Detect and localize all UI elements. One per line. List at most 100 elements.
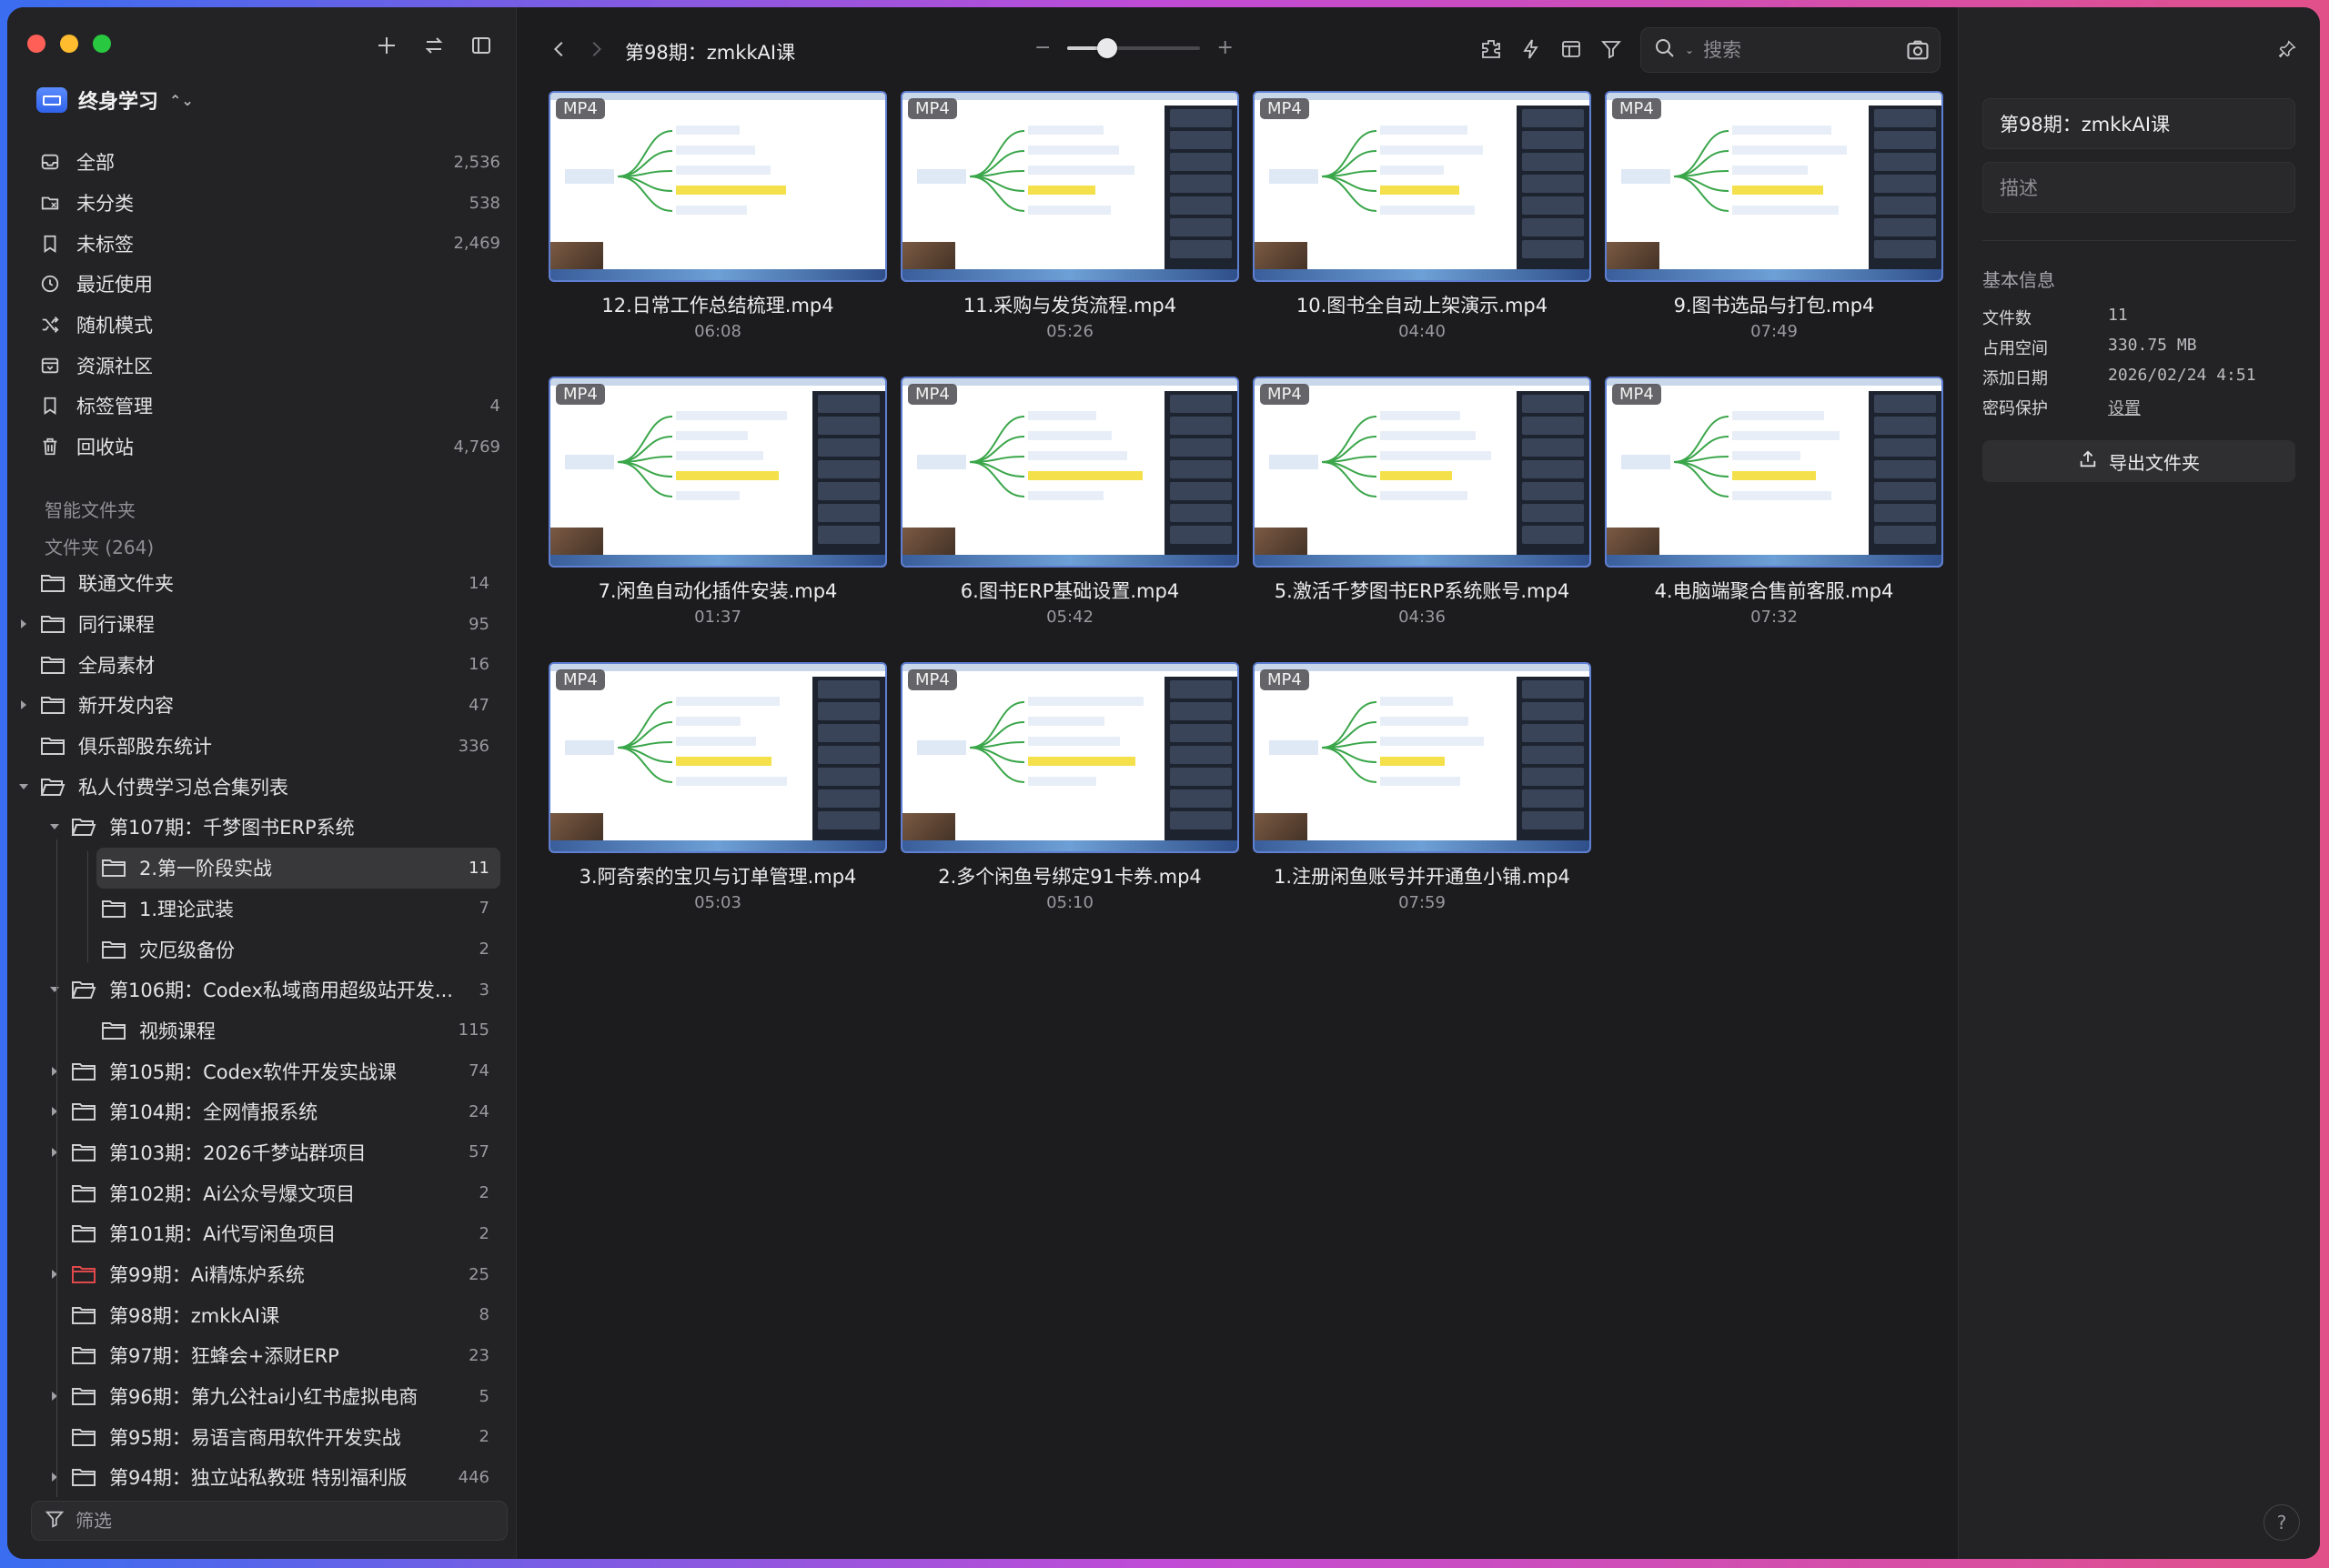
- filter-icon[interactable]: [1597, 35, 1626, 64]
- folder-row[interactable]: 同行课程 95: [16, 604, 500, 645]
- folder-row[interactable]: 第98期：zmkkAI课 8: [16, 1294, 500, 1335]
- folder-row[interactable]: 视频课程 115: [16, 1010, 500, 1051]
- layout-icon[interactable]: [1557, 35, 1586, 64]
- nav-item-all[interactable]: 全部 2,536: [27, 142, 500, 183]
- filter-input[interactable]: [76, 1510, 476, 1532]
- file-card[interactable]: MP4 7.闲鱼自动化插件安装.mp4 01:37: [549, 377, 887, 627]
- file-name: 3.阿奇索的宝贝与订单管理.mp4: [579, 866, 857, 888]
- thumbnail-size-slider[interactable]: [1067, 37, 1201, 58]
- video-thumbnail[interactable]: MP4: [549, 91, 887, 282]
- chevron-right-icon[interactable]: [16, 617, 31, 631]
- video-thumbnail[interactable]: MP4: [901, 91, 1239, 282]
- file-card[interactable]: MP4 4.电脑端聚合售前客服.mp4 07:32: [1605, 377, 1943, 627]
- folder-row[interactable]: 1.理论武装 7: [16, 889, 500, 930]
- folder-row[interactable]: 第103期：2026千梦站群项目 57: [16, 1132, 500, 1173]
- camera-search-icon[interactable]: [1905, 37, 1931, 66]
- help-button[interactable]: ?: [2263, 1504, 2300, 1541]
- back-button[interactable]: [545, 35, 574, 64]
- folder-row[interactable]: 新开发内容 47: [16, 685, 500, 726]
- video-thumbnail[interactable]: MP4: [901, 377, 1239, 568]
- chevron-right-icon[interactable]: [47, 1267, 62, 1282]
- toggle-sidebar-icon[interactable]: [467, 31, 496, 60]
- set-password-link[interactable]: 设置: [2108, 396, 2141, 419]
- folder-row[interactable]: 第101期：Ai代写闲鱼项目 2: [16, 1213, 500, 1254]
- chevron-right-icon[interactable]: [47, 1064, 62, 1079]
- video-thumbnail[interactable]: MP4: [549, 377, 887, 568]
- chevron-right-icon[interactable]: [47, 1145, 62, 1160]
- file-card[interactable]: MP4 11.采购与发货流程.mp4 05:26: [901, 91, 1239, 341]
- file-duration: 06:08: [694, 322, 741, 341]
- filter-icon: [45, 1509, 65, 1533]
- folder-row[interactable]: 灾厄级备份 2: [16, 929, 500, 970]
- file-name: 9.图书选品与打包.mp4: [1673, 295, 1875, 317]
- nav-item-trash[interactable]: 回收站 4,769: [27, 427, 500, 467]
- file-card[interactable]: MP4 5.激活千梦图书ERP系统账号.mp4 04:36: [1253, 377, 1591, 627]
- chevron-right-icon[interactable]: [47, 1104, 62, 1119]
- chevron-right-icon[interactable]: [47, 1389, 62, 1403]
- close-window-button[interactable]: [27, 35, 45, 53]
- swap-icon[interactable]: [419, 31, 449, 60]
- folder-row[interactable]: 第105期：Codex软件开发实战课 74: [16, 1050, 500, 1091]
- nav-item-tags[interactable]: 标签管理 4: [27, 386, 500, 427]
- folder-row[interactable]: 第97期：狂蜂会+添财ERP 23: [16, 1335, 500, 1376]
- nav-item-random[interactable]: 随机模式: [27, 305, 500, 346]
- folder-row[interactable]: 第99期：Ai精炼炉系统 25: [16, 1254, 500, 1295]
- nav-item-untagged[interactable]: 未标签 2,469: [27, 223, 500, 264]
- file-card[interactable]: MP4 6.图书ERP基础设置.mp4 05:42: [901, 377, 1239, 627]
- folders-heading[interactable]: 文件夹 (264): [45, 533, 154, 559]
- folder-row[interactable]: 第95期：易语言商用软件开发实战 2: [16, 1416, 500, 1457]
- chevron-down-icon[interactable]: [16, 779, 31, 794]
- folder-row[interactable]: 第94期：独立站私教班 特别福利版 446: [16, 1457, 500, 1498]
- file-card[interactable]: MP4 12.日常工作总结梳理.mp4 06:08: [549, 91, 887, 341]
- add-icon[interactable]: [372, 31, 401, 60]
- nav-item-community[interactable]: 资源社区: [27, 345, 500, 386]
- folder-row[interactable]: 全局素材 16: [16, 644, 500, 685]
- file-card[interactable]: MP4 9.图书选品与打包.mp4 07:49: [1605, 91, 1943, 341]
- file-card[interactable]: MP4 2.多个闲鱼号绑定91卡券.mp4 05:10: [901, 662, 1239, 912]
- file-card[interactable]: MP4 1.注册闲鱼账号并开通鱼小铺.mp4 07:59: [1253, 662, 1591, 912]
- folder-row[interactable]: 第102期：Ai公众号爆文项目 2: [16, 1172, 500, 1213]
- folder-row[interactable]: 2.第一阶段实战 11: [96, 847, 500, 889]
- zoom-in-button[interactable]: +: [1216, 36, 1233, 59]
- search-input[interactable]: [1703, 39, 1886, 61]
- chevron-down-icon[interactable]: [47, 982, 62, 997]
- search-box[interactable]: ⌄: [1640, 27, 1941, 73]
- video-thumbnail[interactable]: MP4: [1253, 377, 1591, 568]
- folder-row[interactable]: 俱乐部股东统计 336: [16, 726, 500, 767]
- nav-item-recent[interactable]: 最近使用: [27, 264, 500, 305]
- video-thumbnail[interactable]: MP4: [1605, 91, 1943, 282]
- library-switcher[interactable]: 终身学习 ⌃⌄: [36, 85, 194, 115]
- folder-row[interactable]: 第107期：千梦图书ERP系统: [16, 807, 500, 848]
- zoom-window-button[interactable]: [93, 35, 111, 53]
- folder-name-field[interactable]: 第98期：zmkkAI课: [1982, 98, 2295, 149]
- chevron-down-icon[interactable]: ⌄: [1685, 44, 1694, 56]
- chevron-right-icon[interactable]: [47, 1470, 62, 1484]
- folder-row[interactable]: 第104期：全网情报系统 24: [16, 1091, 500, 1132]
- folder-row[interactable]: 第96期：第九公社ai小红书虚拟电商 5: [16, 1376, 500, 1417]
- video-thumbnail[interactable]: MP4: [1605, 377, 1943, 568]
- description-field[interactable]: 描述: [1982, 162, 2295, 213]
- export-folder-button[interactable]: 导出文件夹: [1982, 440, 2295, 482]
- minimize-window-button[interactable]: [60, 35, 78, 53]
- chevron-down-icon[interactable]: [47, 819, 62, 834]
- slider-knob[interactable]: [1097, 37, 1118, 58]
- video-thumbnail[interactable]: MP4: [901, 662, 1239, 853]
- nav-item-uncategorized[interactable]: 未分类 538: [27, 183, 500, 224]
- file-card[interactable]: MP4 10.图书全自动上架演示.mp4 04:40: [1253, 91, 1591, 341]
- folder-row[interactable]: 第106期：Codex私域商用超级站开发... 3: [16, 970, 500, 1010]
- folder-row[interactable]: 联通文件夹 14: [16, 563, 500, 604]
- zoom-out-button[interactable]: −: [1034, 36, 1051, 59]
- smart-folders-heading[interactable]: 智能文件夹: [45, 496, 136, 522]
- video-thumbnail[interactable]: MP4: [1253, 91, 1591, 282]
- sidebar-filter[interactable]: [31, 1501, 508, 1541]
- pin-icon[interactable]: [2273, 35, 2302, 64]
- lightning-icon[interactable]: [1517, 35, 1546, 64]
- video-thumbnail[interactable]: MP4: [1253, 662, 1591, 853]
- folder-row[interactable]: 私人付费学习总合集列表: [16, 766, 500, 807]
- video-thumbnail[interactable]: MP4: [549, 662, 887, 853]
- folder-count: 336: [458, 736, 489, 756]
- plugin-icon[interactable]: [1477, 35, 1506, 64]
- forward-button[interactable]: [581, 35, 610, 64]
- chevron-right-icon[interactable]: [16, 698, 31, 712]
- file-card[interactable]: MP4 3.阿奇索的宝贝与订单管理.mp4 05:03: [549, 662, 887, 912]
